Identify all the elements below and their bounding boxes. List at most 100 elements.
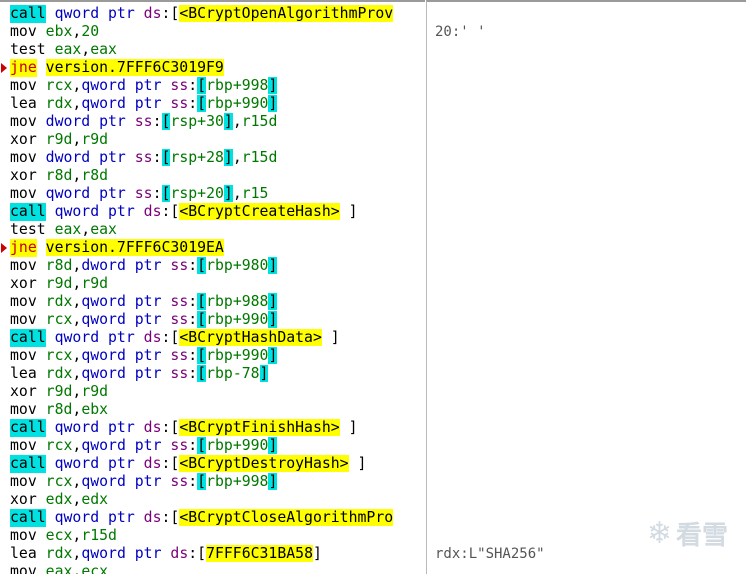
operand-part: r15d — [241, 113, 278, 130]
instruction-row[interactable]: xor r9d,r9d — [10, 383, 108, 401]
instruction-mnemonic: lea — [10, 365, 37, 382]
operand-part: , — [81, 41, 91, 58]
operand-part: , — [72, 95, 82, 112]
instruction-mnemonic: call — [10, 509, 46, 527]
operand-part: ss — [170, 437, 189, 454]
instruction-mnemonic: mov — [10, 473, 37, 490]
operand-part: <BCryptCreateHash> — [179, 203, 340, 220]
operand-part: rcx — [45, 473, 73, 490]
operand-part: ss — [170, 347, 189, 364]
instruction-row[interactable]: call qword ptr ds:[<BCryptDestroyHash> ] — [10, 455, 366, 473]
instruction-row[interactable]: test eax,eax — [10, 41, 117, 59]
instruction-row[interactable]: mov qword ptr ss:[rsp+20],r15 — [10, 185, 268, 203]
instruction-mnemonic: lea — [10, 545, 37, 562]
instruction-row[interactable]: call qword ptr ds:[<BCryptFinishHash> ] — [10, 419, 358, 437]
instruction-row[interactable]: jne version.7FFF6C3019EA — [1, 239, 224, 257]
instruction-row[interactable]: mov rcx,qword ptr ss:[rbp+998] — [10, 473, 278, 491]
instruction-row[interactable]: mov r8d,ebx — [10, 401, 108, 419]
instruction-mnemonic: xor — [10, 491, 37, 508]
comments-panel[interactable]: 20:' ' rdx:L"SHA256" — [426, 0, 746, 574]
instruction-row[interactable]: mov ecx,r15d — [10, 527, 117, 545]
operand-part: version.7FFF6C3019EA — [45, 239, 224, 256]
operand-part: <BCryptCloseAlgorithmPro — [179, 509, 394, 526]
operand-part: , — [72, 257, 82, 274]
instruction-row[interactable]: lea rdx,qword ptr ds:[7FFF6C31BA58] — [10, 545, 322, 563]
instruction-row[interactable]: mov ebx,20 — [10, 23, 99, 41]
instruction-row[interactable]: mov r8d,dword ptr ss:[rbp+980] — [10, 257, 278, 275]
instruction-mnemonic: mov — [10, 311, 37, 328]
instruction-row[interactable]: call qword ptr ds:[<BCryptOpenAlgorithmP… — [10, 5, 394, 23]
operand-part: ss — [170, 473, 189, 490]
instruction-row[interactable]: call qword ptr ds:[<BCryptCreateHash> ] — [10, 203, 358, 221]
instruction-row[interactable]: test eax,eax — [10, 221, 117, 239]
instruction-row[interactable]: call qword ptr ds:[<BCryptCloseAlgorithm… — [10, 509, 394, 527]
instruction-row[interactable]: mov rcx,qword ptr ss:[rbp+998] — [10, 77, 278, 95]
instruction-mnemonic: test — [10, 221, 46, 238]
snowflake-icon: ❄ — [646, 516, 672, 551]
operand-part: rdx — [45, 365, 73, 382]
instruction-row[interactable]: mov rcx,qword ptr ss:[rbp+990] — [10, 437, 278, 455]
operand-part: qword ptr — [81, 77, 162, 94]
operand-part: rbp+988 — [206, 293, 269, 310]
instruction-row[interactable]: lea rdx,qword ptr ss:[rbp-78] — [10, 365, 269, 383]
operand-part: edx — [45, 491, 73, 508]
operand-part: rbp+990 — [206, 437, 269, 454]
operand-part: ] — [339, 419, 358, 436]
instruction-mnemonic: call — [10, 455, 46, 473]
instruction-row[interactable]: mov dword ptr ss:[rsp+28],r15d — [10, 149, 277, 167]
operand-part: ] — [268, 437, 278, 454]
operand-part: , — [72, 437, 82, 454]
instruction-row[interactable]: xor edx,edx — [10, 491, 108, 509]
operand-part: r8d — [81, 167, 109, 184]
instruction-row[interactable]: mov rcx,qword ptr ss:[rbp+990] — [10, 311, 278, 329]
operand-part: dword ptr — [45, 149, 126, 166]
operand-part: , — [72, 491, 82, 508]
operand-part: qword ptr — [81, 95, 162, 112]
operand-part: :[ — [161, 509, 180, 526]
operand-part — [126, 149, 135, 166]
operand-part: [ — [197, 257, 207, 274]
operand-part: ] — [223, 149, 233, 166]
operand-part: eax — [45, 563, 73, 574]
operand-part: ] — [268, 293, 278, 310]
operand-part: , — [72, 131, 82, 148]
operand-part: [ — [197, 365, 207, 382]
instruction-row[interactable]: jne version.7FFF6C3019F9 — [1, 59, 224, 77]
instruction-mnemonic: mov — [10, 347, 37, 364]
operand-part: : — [152, 185, 162, 202]
instruction-row[interactable]: xor r9d,r9d — [10, 131, 108, 149]
instruction-mnemonic: mov — [10, 149, 37, 166]
operand-part: ebx — [45, 23, 73, 40]
operand-part: ds — [143, 419, 162, 436]
operand-part: ss — [170, 293, 189, 310]
instruction-row[interactable]: mov dword ptr ss:[rsp+30],r15d — [10, 113, 277, 131]
disassembly-panel[interactable]: call qword ptr ds:[<BCryptOpenAlgorithmP… — [0, 0, 425, 574]
operand-part: <BCryptDestroyHash> — [179, 455, 349, 472]
instruction-row[interactable]: call qword ptr ds:[<BCryptHashData> ] — [10, 329, 340, 347]
operand-part: <BCryptOpenAlgorithmProv — [179, 5, 394, 22]
instruction-row[interactable]: xor r8d,r8d — [10, 167, 108, 185]
instruction-row[interactable]: xor r9d,r9d — [10, 275, 108, 293]
operand-part: : — [188, 257, 198, 274]
operand-part: ecx — [45, 527, 73, 544]
instruction-row[interactable]: mov rdx,qword ptr ss:[rbp+988] — [10, 293, 278, 311]
operand-part: ] — [339, 203, 358, 220]
operand-part: rbp+990 — [206, 347, 269, 364]
instruction-mnemonic: call — [10, 329, 46, 347]
instruction-row[interactable]: mov rcx,qword ptr ss:[rbp+990] — [10, 347, 278, 365]
operand-part: , — [72, 473, 82, 490]
operand-part: rdx — [45, 545, 73, 562]
instruction-row[interactable]: mov eax,ecx — [10, 563, 108, 574]
operand-part: 20 — [81, 23, 100, 40]
operand-part: qword ptr — [81, 437, 162, 454]
operand-part: ] — [268, 347, 278, 364]
instruction-mnemonic: call — [10, 419, 46, 437]
operand-part: rcx — [45, 437, 73, 454]
operand-part: eax — [90, 221, 117, 238]
operand-part: , — [232, 113, 242, 130]
operand-part: ss — [170, 365, 189, 382]
instruction-mnemonic: call — [10, 203, 46, 221]
operand-part: ss — [134, 185, 153, 202]
instruction-row[interactable]: lea rdx,qword ptr ss:[rbp+990] — [10, 95, 278, 113]
operand-part: r15d — [81, 527, 117, 544]
